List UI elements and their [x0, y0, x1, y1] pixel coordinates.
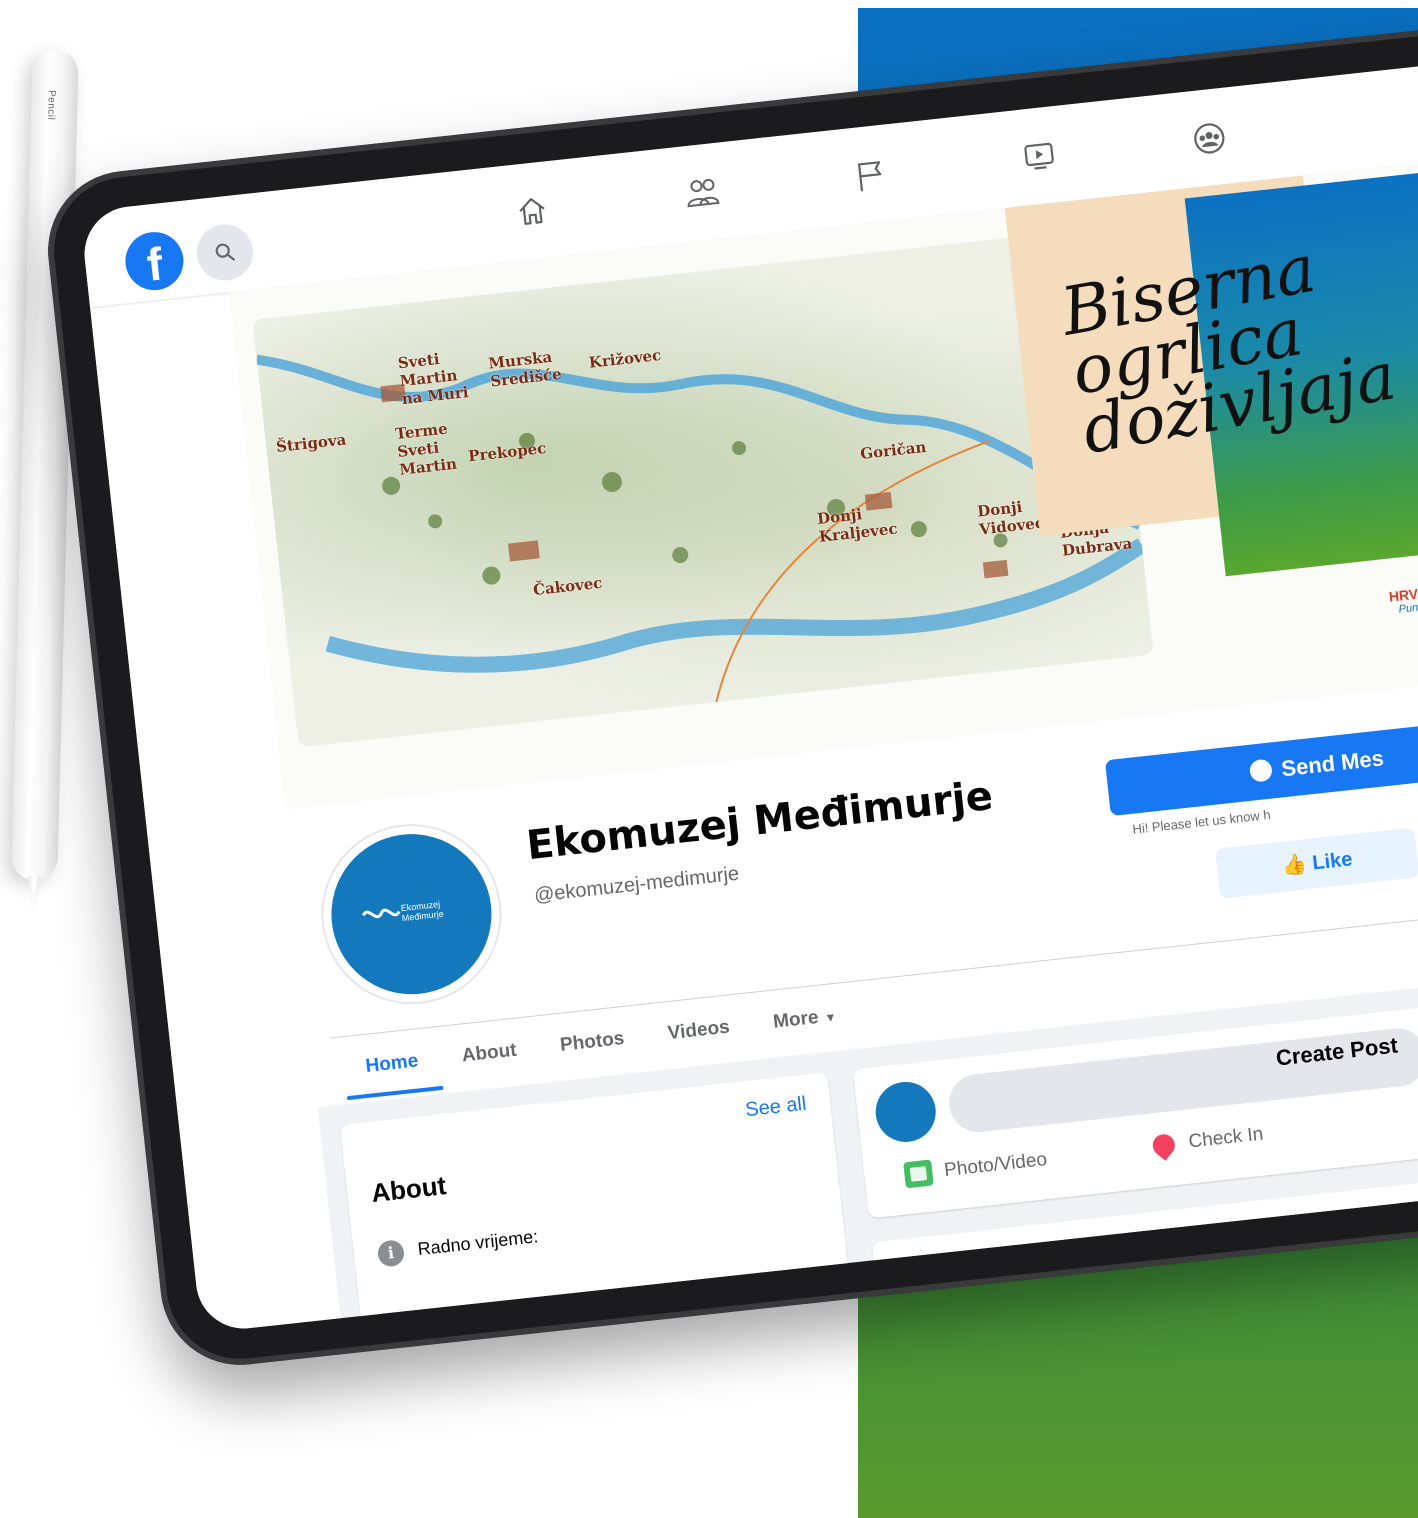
- tab-about[interactable]: About: [437, 1019, 542, 1087]
- nav-home[interactable]: [500, 182, 565, 240]
- nav-watch[interactable]: [1007, 127, 1072, 185]
- photo-video-label: Photo/Video: [943, 1149, 1048, 1182]
- pages-flag-icon: [857, 161, 882, 192]
- friends-icon: [687, 178, 720, 208]
- tab-label: Videos: [666, 1016, 731, 1045]
- about-title: About: [369, 1170, 448, 1209]
- tablet-device: f Štrigova Sveti Martin na Muri Murska S…: [40, 0, 1418, 1373]
- send-message-label: Send Mes: [1280, 745, 1385, 782]
- page-title: Ekomuzej Međimurje: [524, 772, 996, 870]
- pencil-tip: [24, 876, 43, 910]
- messenger-icon: [1248, 758, 1273, 783]
- search-icon: [215, 243, 235, 261]
- page-avatar[interactable]: Ekomuzej Međimurje: [314, 817, 509, 1012]
- home-icon: [519, 197, 545, 225]
- nav-groups[interactable]: [1176, 108, 1241, 166]
- info-row-hours: i Radno vrijeme:: [376, 1224, 540, 1268]
- avatar-text: Ekomuzej Međimurje: [400, 899, 444, 923]
- tab-photos[interactable]: Photos: [535, 1008, 649, 1077]
- groups-icon: [1194, 123, 1225, 154]
- watch-video-icon: [1024, 142, 1054, 170]
- info-row-text: Radno vrijeme:: [416, 1226, 540, 1260]
- tab-videos[interactable]: Videos: [643, 996, 755, 1065]
- info-icon: i: [376, 1239, 406, 1268]
- tab-label: More: [772, 1006, 820, 1033]
- facebook-logo[interactable]: f: [122, 229, 187, 294]
- create-post-input[interactable]: Create Post: [946, 1025, 1418, 1136]
- post-avatar: [872, 1078, 939, 1146]
- check-in-label: Check In: [1187, 1123, 1265, 1153]
- pencil-label: Pencil: [45, 89, 57, 121]
- send-message-button[interactable]: Send Mes: [1104, 715, 1418, 817]
- wave-logo-icon: [361, 908, 401, 919]
- see-all-link[interactable]: See all: [744, 1093, 807, 1122]
- tab-label: Home: [364, 1050, 420, 1077]
- nav-pages[interactable]: [838, 145, 903, 203]
- tab-label: Photos: [559, 1027, 626, 1056]
- croatia-tourism-logo: HRVATSKA Puna Života: [1388, 581, 1418, 617]
- tablet-screen: f Štrigova Sveti Martin na Muri Murska S…: [79, 36, 1418, 1334]
- caret-down-icon: ▼: [823, 1009, 838, 1026]
- create-post-label: Create Post: [1274, 1032, 1399, 1071]
- tab-more[interactable]: More ▼: [748, 985, 861, 1054]
- map-label: Terme Sveti Martin: [394, 419, 458, 479]
- page-handle: @ekomuzej-medimurje: [533, 862, 741, 907]
- tab-label: About: [460, 1039, 518, 1067]
- like-button[interactable]: 👍 Like: [1215, 827, 1418, 899]
- apple-pencil: Pencil: [11, 49, 79, 881]
- location-pin-icon: [1148, 1129, 1180, 1161]
- search-button[interactable]: [194, 221, 256, 284]
- thumbs-up-icon: 👍: [1281, 853, 1309, 878]
- tab-home[interactable]: Home: [341, 1030, 443, 1098]
- about-card: See all About i Radno vrijeme: i: [339, 1072, 875, 1334]
- map-label: Sveti Martin na Muri: [396, 349, 470, 409]
- avatar-circle: Ekomuzej Međimurje: [323, 826, 500, 1003]
- photo-icon: [903, 1159, 934, 1189]
- check-in-button[interactable]: Check In: [1148, 1123, 1265, 1161]
- like-label: Like: [1311, 848, 1354, 875]
- nav-friends[interactable]: [669, 164, 734, 222]
- photo-video-button[interactable]: Photo/Video: [903, 1147, 1048, 1189]
